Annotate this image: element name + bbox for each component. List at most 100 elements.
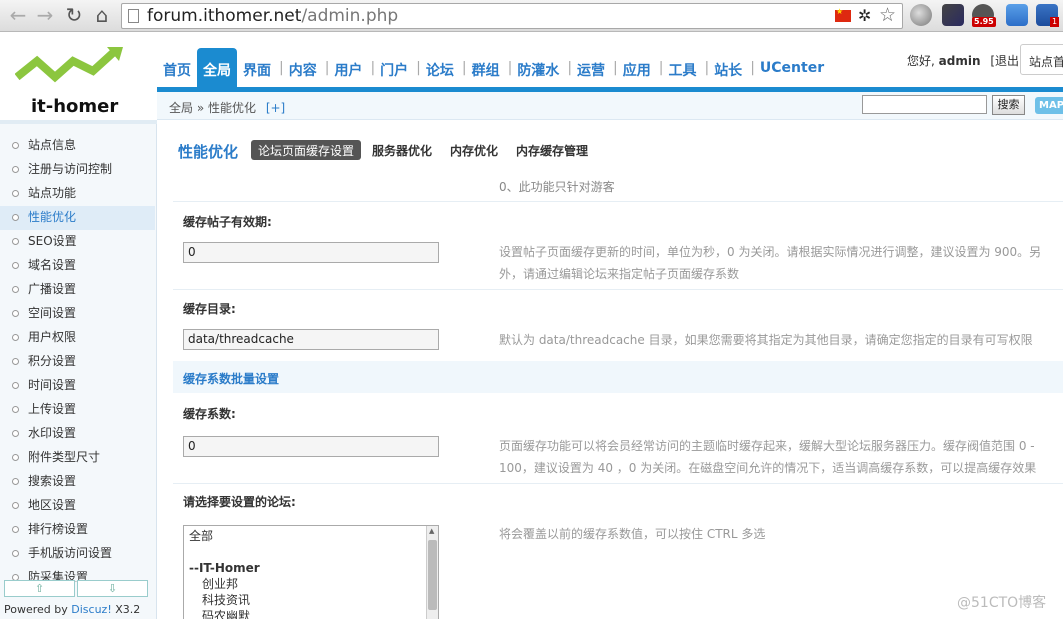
extension-window-icon[interactable] — [1006, 4, 1028, 26]
sidebar-item[interactable]: 空间设置 — [0, 302, 155, 326]
nav-item-10[interactable]: 应用 — [620, 48, 654, 88]
forum-option[interactable]: 全部 — [184, 528, 438, 544]
breadcrumb-text[interactable]: 全局 » 性能优化 — [169, 101, 256, 115]
cache-expiry-input[interactable]: 0 — [183, 242, 439, 263]
nav-item-2[interactable]: 界面 — [240, 48, 274, 88]
site-logo-icon[interactable] — [15, 47, 125, 93]
sidebar-item[interactable]: 时间设置 — [0, 374, 155, 398]
logout-link[interactable]: [退出] — [990, 54, 1023, 68]
nav-item-7[interactable]: 群组 — [469, 48, 503, 88]
sidebar-item[interactable]: 水印设置 — [0, 422, 155, 446]
sidebar-item[interactable]: 站点功能 — [0, 182, 155, 206]
nav-separator: | — [324, 60, 330, 76]
settings-tabs: 论坛页面缓存设置 服务器优化 内存优化 内存缓存管理 — [251, 140, 595, 160]
forum-option[interactable]: --IT-Homer — [184, 560, 438, 576]
nav-item-13[interactable]: UCenter — [757, 48, 827, 88]
scroll-up-button[interactable]: ⇧ — [4, 580, 75, 597]
forum-option[interactable]: 码农幽默 — [184, 608, 438, 619]
page-icon — [128, 9, 139, 23]
row-divider — [173, 289, 1063, 290]
url-host: forum.ithomer.net — [147, 6, 302, 26]
username: admin — [938, 54, 981, 68]
extension-globe-icon[interactable] — [910, 4, 932, 26]
top-navigation: 首页 全局 界面 | 内容 | 用户 | 门户 | 论坛 | 群组 | 防灌水 | 运营 | 应用 | 工具 | 站长 | UC… — [160, 48, 830, 88]
cache-dir-input[interactable]: data/threadcache — [183, 329, 439, 350]
nav-item-8[interactable]: 防灌水 — [514, 48, 562, 88]
sidebar-item[interactable]: 域名设置 — [0, 254, 155, 278]
forum-option[interactable]: 科技资讯 — [184, 592, 438, 608]
nav-item-12[interactable]: 站长 — [711, 48, 745, 88]
sidebar-item[interactable]: 积分设置 — [0, 350, 155, 374]
forum-option[interactable]: 创业邦 — [184, 576, 438, 592]
china-flag-icon[interactable] — [835, 7, 851, 22]
sidebar-item[interactable]: 排行榜设置 — [0, 518, 155, 542]
breadcrumb: 全局 » 性能优化 [+] — [169, 99, 285, 116]
forum-list-scrollbar[interactable]: ▲ — [426, 526, 438, 619]
sidebar-item[interactable]: 广播设置 — [0, 278, 155, 302]
sidebar-item[interactable]: 附件类型尺寸 — [0, 446, 155, 470]
nav-item-11[interactable]: 工具 — [665, 48, 699, 88]
address-bar[interactable]: forum.ithomer.net/admin.php ✲ ☆ — [121, 3, 903, 29]
tab-1[interactable]: 服务器优化 — [365, 140, 439, 160]
row-divider — [173, 201, 1063, 202]
cache-expiry-description: 设置帖子页面缓存更新的时间，单位为秒，0 为关闭。请根据实际情况进行调整，建议设… — [499, 245, 1042, 281]
nav-item-4[interactable]: 用户 — [331, 48, 365, 88]
search-button[interactable]: 搜索 — [992, 95, 1025, 115]
url-text: forum.ithomer.net/admin.php — [147, 6, 398, 26]
nav-item-6[interactable]: 论坛 — [423, 48, 457, 88]
home-icon[interactable]: ⌂ — [90, 4, 114, 28]
batch-settings-section: 缓存系数批量设置 — [173, 361, 1063, 393]
nav-item-3[interactable]: 内容 — [286, 48, 320, 88]
back-arrow-icon[interactable]: ← — [6, 4, 30, 28]
station-home-button[interactable]: 站点首 — [1020, 44, 1063, 75]
nav-item-0[interactable]: 首页 — [160, 48, 194, 88]
guest-only-note: 0、此功能只针对游客 — [499, 180, 615, 194]
reload-icon[interactable]: ↻ — [62, 4, 86, 28]
watermark: @51CTO博客 — [957, 595, 1047, 611]
scrollbar-thumb[interactable] — [428, 540, 437, 610]
tab-2[interactable]: 内存优化 — [443, 140, 505, 160]
nav-item-5[interactable]: 门户 — [377, 48, 411, 88]
sidebar-item[interactable]: 站点信息 — [0, 134, 155, 158]
scroll-down-button[interactable]: ⇩ — [77, 580, 148, 597]
extension-app-icon[interactable] — [942, 4, 964, 26]
add-shortcut-link[interactable]: [+] — [266, 101, 285, 115]
forward-arrow-icon[interactable]: → — [33, 4, 57, 28]
nav-item-9[interactable]: 运营 — [574, 48, 608, 88]
cache-factor-input[interactable]: 0 — [183, 436, 439, 457]
nav-separator: | — [704, 60, 710, 76]
powered-prefix: Powered by — [4, 603, 68, 616]
forum-option[interactable] — [184, 544, 438, 560]
sidebar-item[interactable]: 注册与访问控制 — [0, 158, 155, 182]
extension-gear-icon[interactable]: ✲ — [858, 6, 871, 25]
user-greeting: 您好, admin [退出] — [907, 52, 1024, 69]
powered-by: Powered by Discuz! X3.2 — [4, 603, 140, 616]
forum-multiselect[interactable]: 全部 --IT-Homer 创业邦 科技资讯 码农幽默 ▲ — [183, 525, 439, 619]
cache-dir-description: 默认为 data/threadcache 目录，如果您需要将其指定为其他目录，请… — [499, 333, 1033, 347]
discuz-link[interactable]: Discuz! — [71, 603, 111, 616]
nav-separator: | — [370, 60, 376, 76]
batch-settings-title: 缓存系数批量设置 — [183, 372, 280, 386]
tab-0[interactable]: 论坛页面缓存设置 — [251, 140, 362, 160]
nav-separator: | — [750, 60, 755, 76]
admin-search-input[interactable] — [862, 95, 987, 114]
sidebar-item[interactable]: SEO设置 — [0, 230, 155, 254]
sidebar-item[interactable]: 用户权限 — [0, 326, 155, 350]
scroll-up-arrow-icon[interactable]: ▲ — [429, 527, 434, 535]
page-title: 性能优化 — [178, 143, 239, 161]
forum-select-label: 请选择要设置的论坛: — [183, 495, 296, 509]
bookmark-star-icon[interactable]: ☆ — [879, 4, 896, 26]
main-content: 性能优化 论坛页面缓存设置 服务器优化 内存优化 内存缓存管理 0、此功能只针对游客 … — [157, 121, 1063, 619]
tab-3[interactable]: 内存缓存管理 — [509, 140, 595, 160]
nav-item-1[interactable]: 全局 — [197, 48, 237, 88]
sidebar-item[interactable]: 手机版访问设置 — [0, 542, 155, 566]
nav-separator: | — [507, 60, 513, 76]
map-button[interactable]: MAP — [1035, 97, 1063, 114]
sidebar-item[interactable]: 地区设置 — [0, 494, 155, 518]
sidebar-item[interactable]: 搜索设置 — [0, 470, 155, 494]
sidebar-item[interactable]: 上传设置 — [0, 398, 155, 422]
nav-separator: | — [567, 60, 573, 76]
discuz-version: X3.2 — [115, 603, 141, 616]
sidebar-item[interactable]: 性能优化 — [0, 206, 155, 230]
nav-separator: | — [658, 60, 664, 76]
